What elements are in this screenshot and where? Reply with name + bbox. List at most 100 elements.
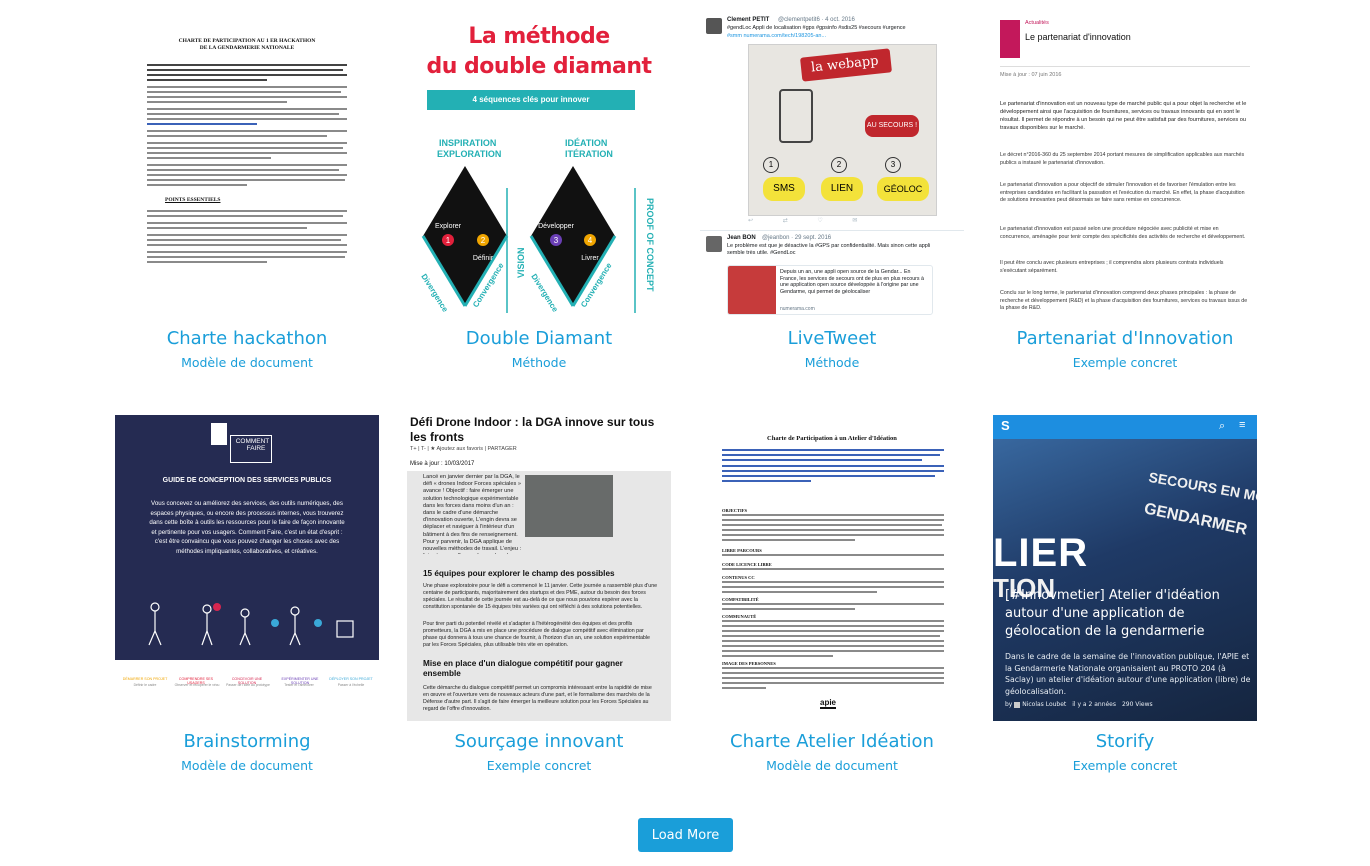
meta-by: by (1005, 701, 1013, 708)
thumbnail-double-diamant[interactable]: La méthode du double diamant 4 séquences… (407, 12, 671, 318)
link-card-text: Depuis un an, une appli open source de l… (780, 269, 924, 295)
card-title[interactable]: Sourçage innovant (407, 730, 671, 754)
search-icon[interactable]: ⌕ (1219, 420, 1225, 433)
sketch-number-1: 1 (763, 157, 779, 173)
guide-steps: DÉMARRER SON PROJET Définir le cadre COM… (115, 673, 379, 721)
diamond-title-1: La méthode (468, 24, 610, 49)
card-category[interactable]: Exemple concret (407, 758, 671, 774)
sketch-number-2: 2 (831, 157, 847, 173)
card-sourcage-innovant[interactable]: Défi Drone Indoor : la DGA innove sur to… (407, 415, 671, 774)
card-category[interactable]: Méthode (407, 355, 671, 371)
link-card[interactable]: Depuis un an, une appli open source de l… (727, 265, 933, 315)
article-p2: Une phase exploratoire pour le défi a co… (423, 583, 658, 610)
meta-views: 290 Views (1121, 701, 1153, 708)
tweet-link: #smm numerama.com/tech/198205-an... (727, 33, 827, 39)
meta-author[interactable]: Nicolas Loubet (1022, 701, 1066, 708)
section-code-licence: CODE LICENCE LIBRE (722, 562, 772, 567)
card-double-diamant[interactable]: La méthode du double diamant 4 séquences… (407, 12, 671, 371)
tweet-text: #gendLoc Appli de localisation #gps #gps… (727, 25, 906, 31)
card-title[interactable]: Charte hackathon (115, 327, 379, 351)
thumbnail-brainstorming[interactable]: COMMENT FAIRE GUIDE DE CONCEPTION DES SE… (115, 415, 379, 721)
card-charte-atelier-ideation[interactable]: Charte de Participation à un Atelier d'I… (700, 415, 964, 774)
doc-para-1: Le partenariat d'innovation est un nouve… (1000, 101, 1247, 131)
story-headline[interactable]: [#Innovmetier] Atelier d'idéation autour… (1005, 587, 1253, 641)
gallery-grid: CHARTE DE PARTICIPATION AU 1 ER HACKATHO… (0, 0, 1370, 866)
thumbnail-charte-hackathon[interactable]: CHARTE DE PARTICIPATION AU 1 ER HACKATHO… (115, 12, 379, 318)
republique-logo (211, 423, 227, 445)
doc-icon (1000, 20, 1020, 58)
diamond-title-2: du double diamant (426, 54, 652, 79)
people-illustration (148, 602, 354, 646)
doc-para-3: Le partenariat d'innovation a pour objec… (1000, 182, 1245, 203)
storify-photo: S ⌕ ≡ SECOURS EN MO GENDARMER LIER TION … (993, 415, 1257, 721)
card-storify[interactable]: S ⌕ ≡ SECOURS EN MO GENDARMER LIER TION … (993, 415, 1257, 774)
section-contenus: CONTENUS CC (722, 575, 755, 580)
card-charte-hackathon[interactable]: CHARTE DE PARTICIPATION AU 1 ER HACKATHO… (115, 12, 379, 371)
sketch-geoloc: GÉOLOC (877, 177, 929, 201)
tweet-actions[interactable]: ↩ ⇄ ♡ ✉ (748, 217, 871, 224)
thumbnail-livetweet[interactable]: Clement PETIT @clementpetit6 · 4 oct. 20… (700, 12, 964, 318)
story-meta: by Nicolas Loubet il y a 2 années 290 Vi… (1005, 701, 1153, 708)
doc-heading: Charte de Participation à un Atelier d'I… (767, 435, 897, 442)
card-category[interactable]: Modèle de document (700, 758, 964, 774)
avatar (706, 18, 722, 34)
tweet-author: Clement PETIT (727, 17, 770, 23)
card-title[interactable]: LiveTweet (700, 327, 964, 351)
doc-heading: Le partenariat d'innovation (1025, 32, 1131, 42)
doc-para-4: Le partenariat d'innovation est passé se… (1000, 226, 1246, 240)
doc-heading: CHARTE DE PARTICIPATION AU 1 ER HACKATHO… (178, 38, 316, 51)
thumbnail-sourcage[interactable]: Défi Drone Indoor : la DGA innove sur to… (407, 415, 671, 721)
section-image-personnes: IMAGE DES PERSONNES (722, 661, 776, 666)
card-partenariat-innovation[interactable]: Actualités Le partenariat d'innovation M… (993, 12, 1257, 371)
divergence-left: Divergence (419, 272, 450, 314)
card-category[interactable]: Exemple concret (993, 355, 1257, 371)
card-title[interactable]: Brainstorming (115, 730, 379, 754)
card-title[interactable]: Storify (993, 730, 1257, 754)
link-card-source: numerama.com (780, 306, 815, 312)
doc-para-5: Il peut être conclu avec plusieurs entre… (1000, 260, 1224, 274)
article-h2: 15 équipes pour explorer le champ des po… (423, 569, 615, 578)
story-summary: Dans le cadre de la semaine de l'innovat… (1005, 652, 1251, 696)
sketch-sms: SMS (763, 177, 805, 201)
step-3-number: 3 (554, 236, 559, 245)
article-body: Lancé en janvier dernier par la DGA, le … (407, 471, 671, 721)
card-title[interactable]: Double Diamant (407, 327, 671, 351)
doc-section-title: POINTS ESSENTIELS (165, 197, 221, 203)
doc-body-lines (147, 64, 347, 189)
thumbnail-partenariat[interactable]: Actualités Le partenariat d'innovation M… (993, 12, 1257, 318)
guide-heading: GUIDE DE CONCEPTION DES SERVICES PUBLICS (162, 477, 332, 484)
article-p3: Pour tirer parti du potentiel révélé et … (423, 621, 651, 648)
guide-body: Vous concevez ou améliorez des services,… (149, 500, 345, 555)
tweet-1: Clement PETIT @clementpetit6 · 4 oct. 20… (700, 12, 964, 231)
author-avatar (1014, 701, 1021, 708)
doc-lines-7 (722, 667, 944, 692)
doc-lines-2 (722, 554, 944, 559)
tweet-2: Jean BON @jeanbon · 29 sept. 2016 Le pro… (700, 231, 964, 318)
doc-category: Actualités (1025, 20, 1049, 26)
section-compatibilite: COMPATIBILITÉ (722, 597, 759, 602)
card-brainstorming[interactable]: COMMENT FAIRE GUIDE DE CONCEPTION DES SE… (115, 415, 379, 774)
article-toolbar[interactable]: T+ | T- | ★ Ajoutez aux favoris | PARTAG… (410, 446, 517, 452)
meta-age: il y a 2 années (1072, 701, 1117, 708)
card-title[interactable]: Charte Atelier Idéation (700, 730, 964, 754)
card-category[interactable]: Méthode (700, 355, 964, 371)
card-category[interactable]: Exemple concret (993, 758, 1257, 774)
load-more-button[interactable]: Load More (638, 818, 733, 852)
thumbnail-storify[interactable]: S ⌕ ≡ SECOURS EN MO GENDARMER LIER TION … (993, 415, 1257, 721)
step-1: DÉMARRER SON PROJET (122, 677, 168, 681)
card-title[interactable]: Partenariat d'Innovation (993, 327, 1257, 351)
vision-label: VISION (516, 247, 526, 278)
thumbnail-charte-atelier[interactable]: Charte de Participation à un Atelier d'I… (700, 415, 964, 721)
doc-lines-6 (722, 620, 944, 660)
card-category[interactable]: Modèle de document (115, 758, 379, 774)
doc-para-6: Conclu sur le long terme, le partenariat… (1000, 290, 1248, 311)
step-3-label: Développer (538, 223, 574, 230)
storify-logo[interactable]: S (1001, 418, 1010, 433)
tweet-handle: @clementpetit6 · 4 oct. 2016 (778, 17, 855, 23)
article-heading: Défi Drone Indoor : la DGA innove sur to… (410, 415, 655, 444)
card-category[interactable]: Modèle de document (115, 355, 379, 371)
doc-body-lines-2 (147, 210, 347, 266)
card-livetweet[interactable]: Clement PETIT @clementpetit6 · 4 oct. 20… (700, 12, 964, 371)
section-libre-parcours: LIBRE PARCOURS (722, 548, 762, 553)
menu-icon[interactable]: ≡ (1239, 419, 1245, 431)
